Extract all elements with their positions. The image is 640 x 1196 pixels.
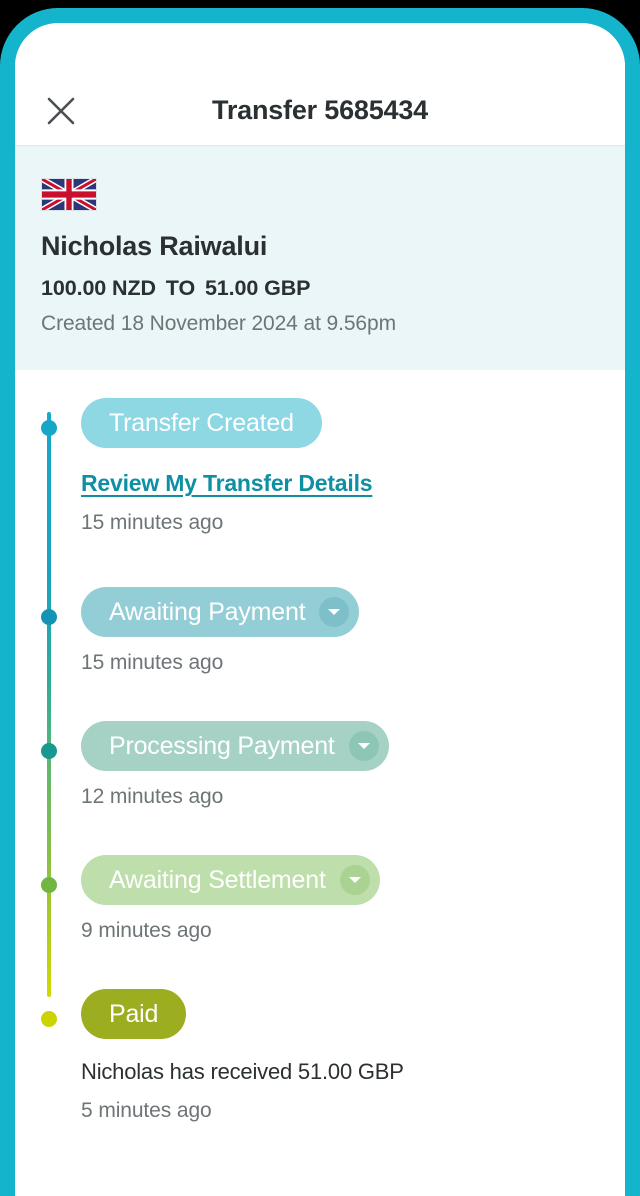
timeline-dot xyxy=(41,1011,57,1027)
timeline-item-paid: Paid Nicholas has received 51.00 GBP 5 m… xyxy=(15,989,625,1123)
payment-received-note: Nicholas has received 51.00 GBP xyxy=(81,1059,404,1084)
review-transfer-details-link[interactable]: Review My Transfer Details xyxy=(81,470,373,497)
transfer-summary: Nicholas Raiwalui 100.00 NZD TO 51.00 GB… xyxy=(15,146,625,370)
status-pill-processing-payment[interactable]: Processing Payment xyxy=(81,721,389,771)
status-pill-awaiting-payment[interactable]: Awaiting Payment xyxy=(81,587,360,637)
amount-line: 100.00 NZD TO 51.00 GBP xyxy=(41,276,599,301)
status-pill-paid[interactable]: Paid xyxy=(81,989,187,1039)
timeline-timestamp: 15 minutes ago xyxy=(81,651,224,674)
chevron-down-icon[interactable] xyxy=(348,731,379,761)
page-title: Transfer 5685434 xyxy=(212,95,428,125)
status-pill-label: Processing Payment xyxy=(109,731,335,760)
status-pill-label: Transfer Created xyxy=(109,408,294,437)
status-timeline: Transfer Created Review My Transfer Deta… xyxy=(15,370,625,1163)
app-screen: Transfer 5685434 Nicholas Raiwalui 100.0… xyxy=(15,23,625,1196)
amount-separator: TO xyxy=(165,276,196,300)
timeline-item-awaiting-payment: Awaiting Payment 15 minutes ago xyxy=(15,587,625,675)
status-pill-label: Awaiting Settlement xyxy=(109,865,326,894)
timeline-timestamp: 12 minutes ago xyxy=(81,785,224,808)
status-pill-transfer-created[interactable]: Transfer Created xyxy=(81,398,322,448)
chevron-down-icon[interactable] xyxy=(339,865,370,895)
phone-frame: Transfer 5685434 Nicholas Raiwalui 100.0… xyxy=(0,8,640,1196)
status-pill-label: Awaiting Payment xyxy=(109,597,306,626)
timeline-dot xyxy=(41,877,57,893)
amount-to: 51.00 GBP xyxy=(204,276,311,300)
timeline-item-transfer-created: Transfer Created Review My Transfer Deta… xyxy=(15,398,625,535)
timeline-timestamp: 5 minutes ago xyxy=(81,1099,212,1122)
united-kingdom-flag-icon xyxy=(40,176,98,213)
created-timestamp: Created 18 November 2024 at 9.56pm xyxy=(41,312,396,335)
timeline-dot xyxy=(41,609,57,625)
timeline-dot xyxy=(41,743,57,759)
top-bar: Transfer 5685434 xyxy=(15,23,625,146)
timeline-timestamp: 9 minutes ago xyxy=(81,919,212,942)
status-pill-awaiting-settlement[interactable]: Awaiting Settlement xyxy=(81,855,380,905)
chevron-down-icon[interactable] xyxy=(319,597,350,627)
timeline-item-processing-payment: Processing Payment 12 minutes ago xyxy=(15,721,625,809)
status-pill-label: Paid xyxy=(109,999,159,1028)
amount-from: 100.00 NZD xyxy=(41,276,156,300)
timeline-dot xyxy=(41,420,57,436)
recipient-name: Nicholas Raiwalui xyxy=(41,231,268,261)
timeline-item-awaiting-settlement: Awaiting Settlement 9 minutes ago xyxy=(15,855,625,943)
timeline-timestamp: 15 minutes ago xyxy=(81,511,224,534)
